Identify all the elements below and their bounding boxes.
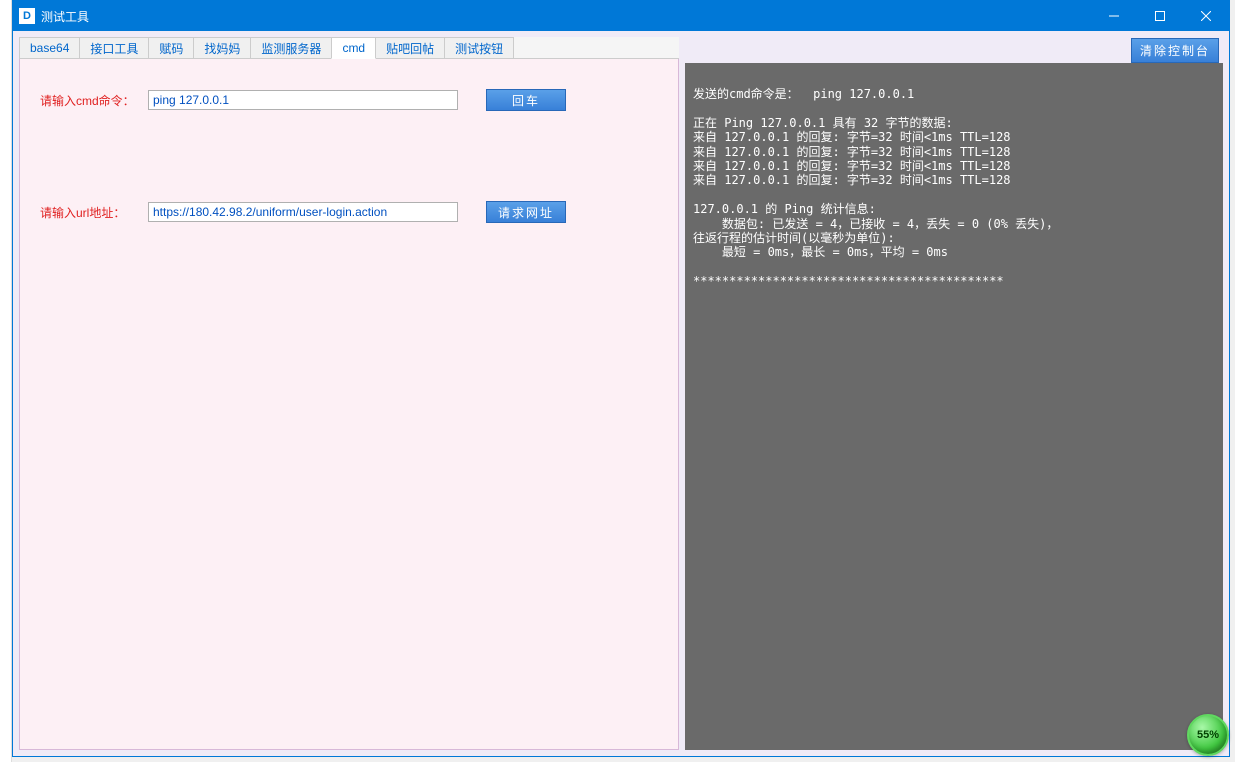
tab-cmd[interactable]: cmd <box>331 37 376 59</box>
url-row: 请输入url地址： 请求网址 <box>40 201 658 223</box>
maximize-button[interactable] <box>1137 1 1183 31</box>
progress-badge: 55% <box>1187 714 1229 756</box>
left-pane: base64 接口工具 赋码 找妈妈 监测服务器 cmd 贴吧回帖 测试按钮 请… <box>19 37 679 750</box>
tab-tieba-reply[interactable]: 贴吧回帖 <box>375 37 445 58</box>
minimize-button[interactable] <box>1091 1 1137 31</box>
content-area: base64 接口工具 赋码 找妈妈 监测服务器 cmd 贴吧回帖 测试按钮 请… <box>13 31 1229 756</box>
tab-monitor-server[interactable]: 监测服务器 <box>250 37 332 58</box>
tab-zhaomama[interactable]: 找妈妈 <box>193 37 251 58</box>
tab-test-button[interactable]: 测试按钮 <box>444 37 514 58</box>
console-toolbar: 清除控制台 <box>685 37 1223 63</box>
titlebar[interactable]: D 测试工具 <box>13 1 1229 31</box>
cmd-row: 请输入cmd命令： 回车 <box>40 89 658 111</box>
url-input[interactable] <box>148 202 458 222</box>
progress-label: 55% <box>1197 729 1219 741</box>
request-url-button[interactable]: 请求网址 <box>486 201 566 223</box>
window-controls <box>1091 1 1229 31</box>
app-icon: D <box>19 8 35 24</box>
console-output[interactable]: 发送的cmd命令是： ping 127.0.0.1 正在 Ping 127.0.… <box>685 63 1223 750</box>
cmd-label: 请输入cmd命令： <box>40 92 140 109</box>
tab-base64[interactable]: base64 <box>19 37 80 58</box>
close-button[interactable] <box>1183 1 1229 31</box>
tab-fuma[interactable]: 赋码 <box>148 37 194 58</box>
tab-interface-tool[interactable]: 接口工具 <box>79 37 149 58</box>
window-title: 测试工具 <box>41 8 1091 25</box>
background-sliver <box>0 0 12 762</box>
right-pane: 清除控制台 发送的cmd命令是： ping 127.0.0.1 正在 Ping … <box>685 37 1223 750</box>
enter-button[interactable]: 回车 <box>486 89 566 111</box>
cmd-input[interactable] <box>148 90 458 110</box>
clear-console-button[interactable]: 清除控制台 <box>1131 38 1219 63</box>
tab-bar: base64 接口工具 赋码 找妈妈 监测服务器 cmd 贴吧回帖 测试按钮 <box>19 37 679 59</box>
app-window: D 测试工具 base64 接口工具 赋码 找妈妈 监测服务器 cmd 贴吧回帖 <box>12 0 1230 757</box>
url-label: 请输入url地址： <box>40 204 140 221</box>
tab-panel-cmd: 请输入cmd命令： 回车 请输入url地址： 请求网址 <box>19 59 679 750</box>
